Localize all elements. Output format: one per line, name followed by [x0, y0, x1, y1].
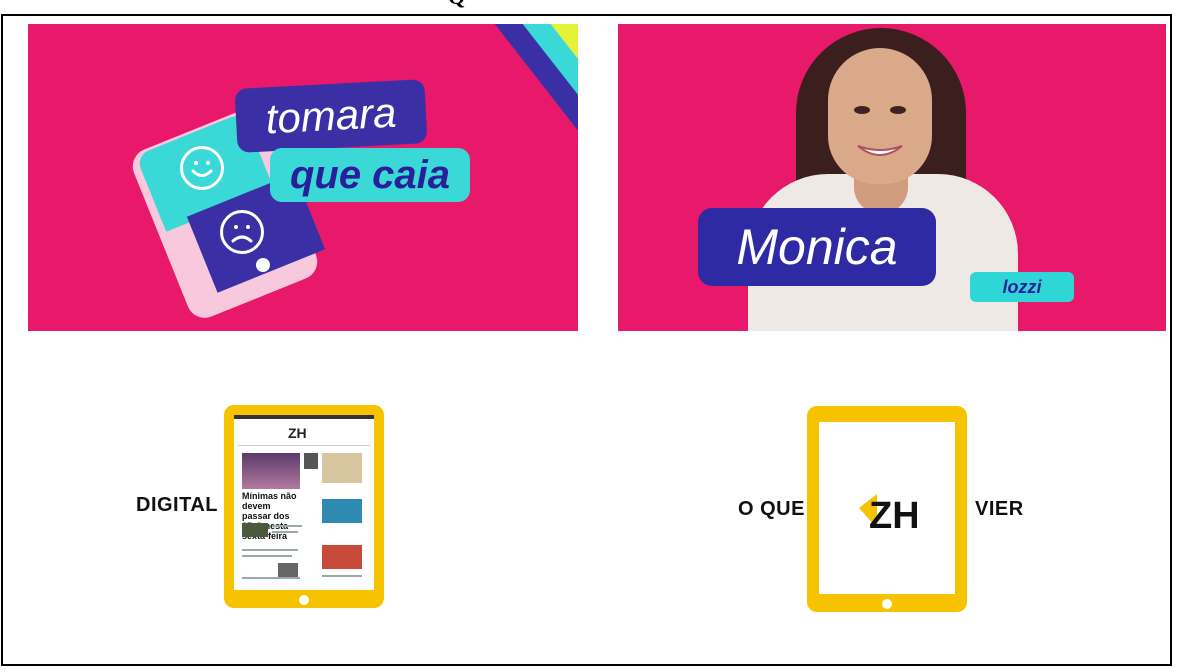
news-person-image [322, 545, 362, 569]
news-thumb [304, 453, 318, 469]
tablet-right: ZH [807, 406, 967, 612]
tablet-right-screen: ZH [819, 422, 955, 594]
news-text-line [272, 531, 298, 533]
o-que-label: O QUE [738, 498, 805, 520]
vier-label: VIER [975, 498, 1024, 520]
tomara-que-caia-panel: tomara que caia [28, 24, 578, 331]
news-map-image [322, 453, 362, 483]
news-text-line [242, 549, 298, 551]
news-text-line [242, 577, 300, 579]
digital-label: DIGITAL [136, 494, 219, 516]
news-logo: ZH [288, 425, 307, 441]
smile-face-icon [180, 146, 224, 190]
tablet-left: ZH Mínimas não devem passar dos 25°C nes… [224, 405, 384, 608]
tablet-home-button-icon [882, 599, 892, 609]
news-text-line [272, 525, 302, 527]
top-glyph: Q [448, 0, 465, 8]
news-stadium-image [322, 499, 362, 523]
sad-face-icon [220, 210, 264, 254]
title-line2: que caia [270, 148, 470, 202]
news-thumb-3 [278, 563, 298, 577]
zh-logo-icon: ZH [859, 494, 917, 537]
news-text-line [322, 575, 362, 577]
tablet-home-button-icon [299, 595, 309, 605]
news-topbar [234, 415, 374, 419]
news-text-line [242, 555, 292, 557]
person-face [828, 48, 932, 184]
news-thumb-2 [242, 523, 268, 537]
phone-home-button-icon [256, 258, 270, 272]
title-line1: tomara [234, 79, 428, 153]
news-main-image [242, 453, 300, 489]
top-crop-strip: Q [0, 0, 1177, 14]
name-first: Monica [698, 208, 936, 286]
name-last: lozzi [970, 272, 1074, 302]
tablet-left-screen: ZH Mínimas não devem passar dos 25°C nes… [234, 415, 374, 590]
svg-text:ZH: ZH [869, 495, 917, 537]
news-divider [238, 445, 370, 446]
monica-lozzi-panel: Monica lozzi [618, 24, 1166, 331]
